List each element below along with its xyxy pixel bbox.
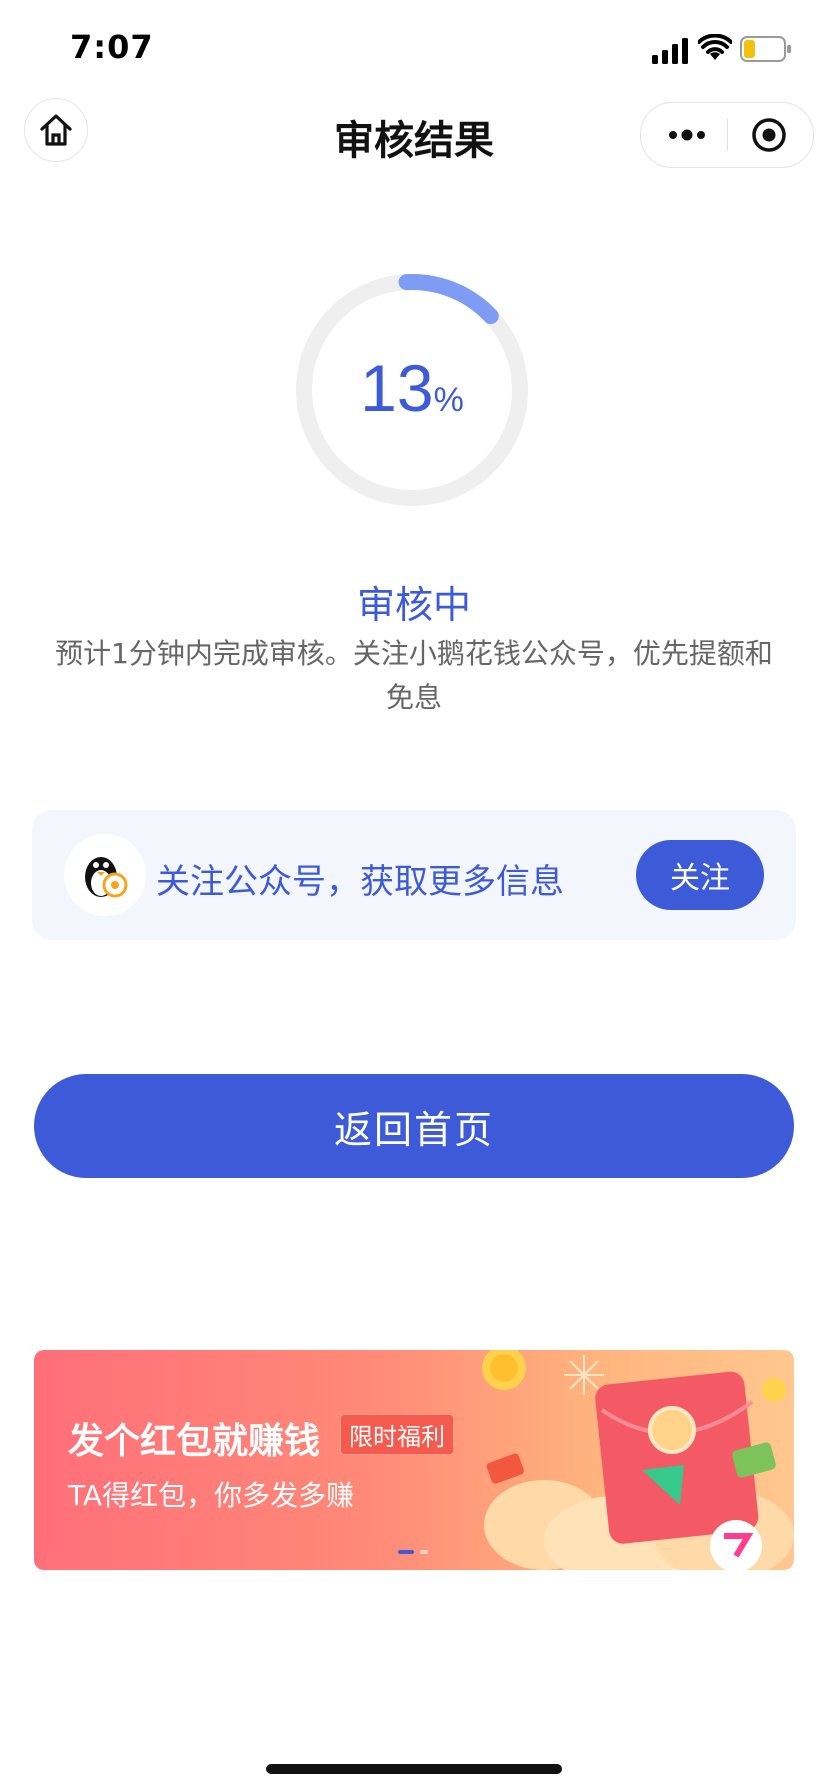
cellular-signal-icon xyxy=(652,38,688,64)
miniprogram-capsule xyxy=(640,102,814,168)
penguin-icon xyxy=(85,857,128,898)
back-to-home-button[interactable]: 返回首页 xyxy=(34,1074,794,1178)
battery-icon xyxy=(740,36,791,62)
pagination-dot-active[interactable] xyxy=(398,1550,414,1554)
promo-banner[interactable]: 发个红包就赚钱 限时福利 TA得红包，你多发多赚 xyxy=(34,1350,794,1570)
progress-arc xyxy=(398,274,499,325)
avatar xyxy=(64,834,146,916)
status-bar: 7:07 xyxy=(0,0,828,100)
banner-subtitle: TA得红包，你多发多赚 xyxy=(68,1479,355,1512)
capsule-divider xyxy=(727,119,728,151)
home-indicator[interactable] xyxy=(266,1764,562,1774)
follow-button[interactable]: 关注 xyxy=(636,840,764,910)
banner-tag: 限时福利 xyxy=(340,1414,454,1455)
follow-account-card: 关注公众号，获取更多信息 关注 xyxy=(32,810,796,940)
description-line-2: 免息 xyxy=(385,681,442,714)
target-icon[interactable] xyxy=(751,117,787,153)
description-line-1: 预计1分钟内完成审核。关注小鹅花钱公众号，优先提额和 xyxy=(55,637,773,670)
follow-card-text: 关注公众号，获取更多信息 xyxy=(156,862,564,902)
pagination-dot[interactable] xyxy=(420,1550,428,1554)
banner-title: 发个红包就赚钱 xyxy=(68,1421,321,1462)
progress-unit: % xyxy=(433,381,464,419)
more-icon[interactable] xyxy=(667,123,707,147)
progress-percentage: 13% xyxy=(296,350,528,426)
review-status-title: 审核中 xyxy=(356,583,471,627)
progress-number: 13 xyxy=(360,351,434,425)
wifi-icon xyxy=(698,34,732,60)
clock: 7:07 xyxy=(70,28,154,66)
red-envelope-illustration xyxy=(482,1350,794,1570)
review-description: 预计1分钟内完成审核。关注小鹅花钱公众号，优先提额和 免息 xyxy=(30,632,798,720)
